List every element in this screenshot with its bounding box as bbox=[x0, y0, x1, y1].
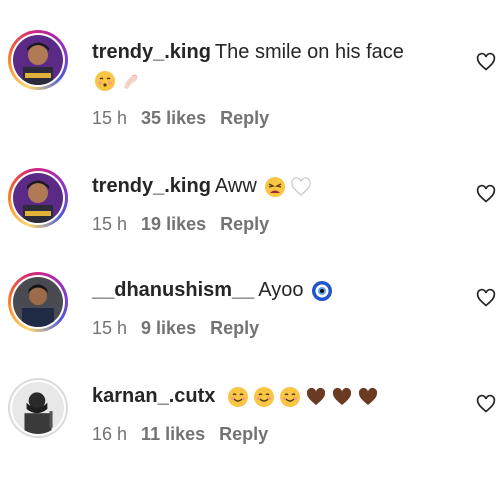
avatar-ring[interactable] bbox=[8, 378, 68, 438]
heart-outline-icon[interactable] bbox=[476, 288, 496, 308]
heart-outline-icon[interactable] bbox=[476, 184, 496, 204]
comment-meta: 15 h 19 likes Reply bbox=[92, 214, 283, 235]
reply-button[interactable]: Reply bbox=[220, 108, 269, 128]
brown-heart-emoji-icon bbox=[331, 386, 353, 408]
comment-item: trendy_.king The smile on his face 15 h 35… bbox=[0, 28, 500, 128]
nazar-amulet-emoji-icon bbox=[311, 280, 333, 302]
tired-face-emoji-icon bbox=[264, 176, 286, 198]
comment-likes-count[interactable]: 19 likes bbox=[141, 214, 206, 234]
comment-text: Ayoo bbox=[258, 279, 304, 301]
comment-meta: 16 h 11 likes Reply bbox=[92, 424, 282, 445]
comment-text-line: __dhanushism__ Ayoo bbox=[92, 276, 430, 304]
comment-item: trendy_.king Aww 15 h 19 likes Reply bbox=[0, 166, 500, 266]
smiling-face-emoji-icon bbox=[253, 386, 275, 408]
avatar[interactable] bbox=[13, 277, 63, 327]
avatar[interactable] bbox=[13, 173, 63, 223]
comment-text-line: karnan_.cutx bbox=[92, 382, 430, 410]
avatar-story-ring[interactable] bbox=[8, 30, 68, 90]
heart-outline-icon[interactable] bbox=[476, 394, 496, 414]
reply-button[interactable]: Reply bbox=[219, 424, 268, 444]
comment-username[interactable]: trendy_.king bbox=[92, 175, 211, 197]
comment-text: The smile on his face bbox=[214, 41, 404, 63]
heart-outline-icon[interactable] bbox=[476, 52, 496, 72]
comment-meta: 15 h 9 likes Reply bbox=[92, 318, 273, 339]
avatar[interactable] bbox=[13, 35, 63, 85]
kissing-face-emoji-icon bbox=[94, 70, 116, 92]
comment-meta: 15 h 35 likes Reply bbox=[92, 108, 283, 129]
comment-likes-count[interactable]: 9 likes bbox=[141, 318, 196, 338]
comment-time: 15 h bbox=[92, 318, 128, 338]
avatar-story-ring[interactable] bbox=[8, 272, 68, 332]
avatar[interactable] bbox=[12, 382, 64, 434]
comment-likes-count[interactable]: 11 likes bbox=[141, 424, 205, 444]
comment-item: karnan_.cutx 16 h 11 likes Reply bbox=[0, 376, 500, 476]
reply-button[interactable]: Reply bbox=[210, 318, 259, 338]
comment-time: 15 h bbox=[92, 214, 128, 234]
comment-text: Aww bbox=[214, 175, 257, 197]
comment-likes-count[interactable]: 35 likes bbox=[141, 108, 206, 128]
comment-username[interactable]: karnan_.cutx bbox=[92, 385, 215, 407]
brown-heart-emoji-icon bbox=[305, 386, 327, 408]
comment-username[interactable]: trendy_.king bbox=[92, 41, 211, 63]
white-heart-emoji-icon bbox=[290, 176, 312, 198]
comment-text-line: trendy_.king The smile on his face bbox=[92, 38, 430, 94]
smiling-face-emoji-icon bbox=[227, 386, 249, 408]
comment-time: 16 h bbox=[92, 424, 128, 444]
comment-time: 15 h bbox=[92, 108, 128, 128]
comment-item: __dhanushism__ Ayoo 15 h 9 likes Reply bbox=[0, 270, 500, 370]
comment-text-line: trendy_.king Aww bbox=[92, 172, 430, 200]
comment-username[interactable]: __dhanushism__ bbox=[92, 279, 254, 301]
pinched-fingers-emoji-icon bbox=[120, 70, 142, 92]
reply-button[interactable]: Reply bbox=[220, 214, 269, 234]
smiling-face-emoji-icon bbox=[279, 386, 301, 408]
brown-heart-emoji-icon bbox=[357, 386, 379, 408]
avatar-story-ring[interactable] bbox=[8, 168, 68, 228]
